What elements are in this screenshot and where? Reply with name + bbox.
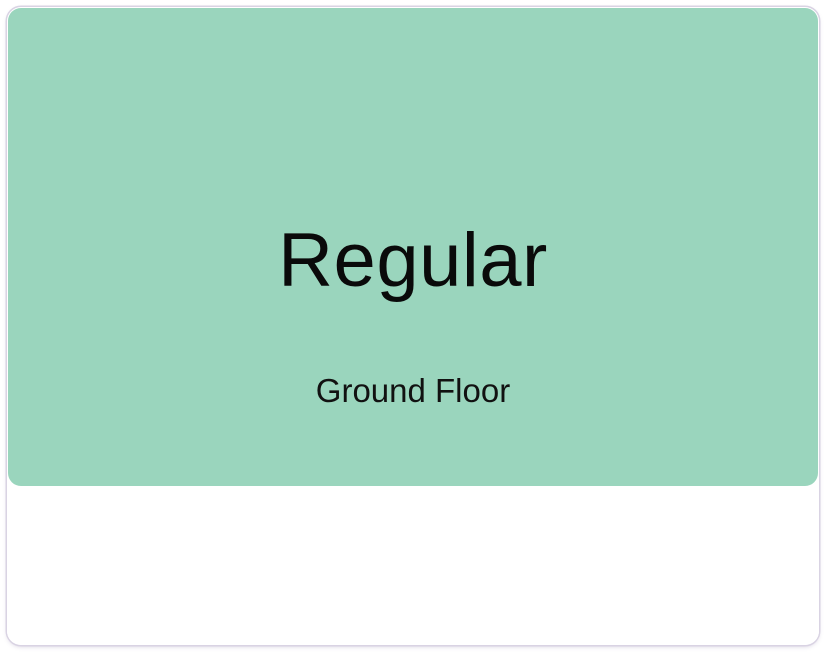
room-card[interactable]: Regular Ground Floor: [7, 7, 819, 645]
room-card-header: Regular Ground Floor: [8, 8, 818, 486]
floor-label: Ground Floor: [315, 372, 511, 409]
room-type-title: Regular: [278, 218, 548, 303]
room-card-footer: [7, 487, 819, 645]
